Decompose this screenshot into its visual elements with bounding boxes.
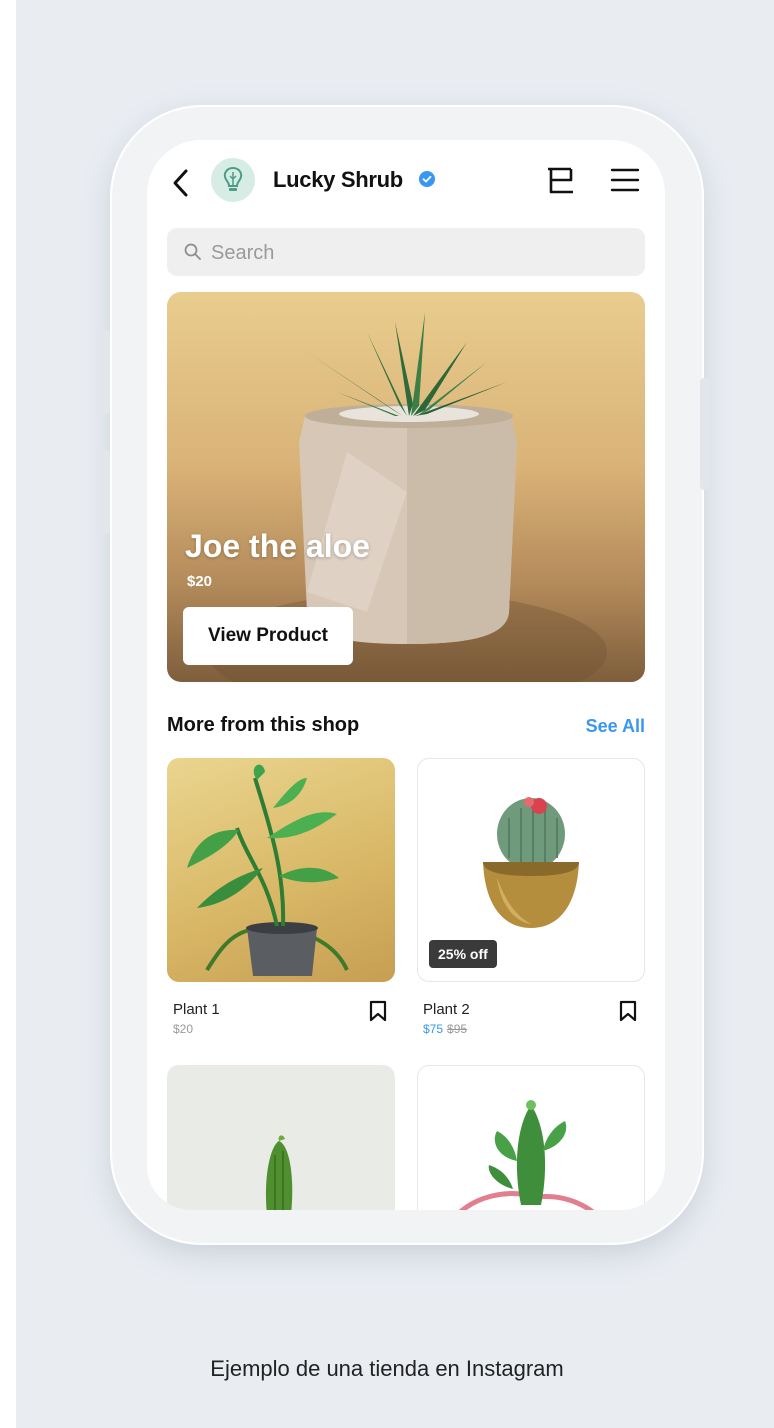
plant-3-image: [265, 1135, 293, 1210]
see-all-link[interactable]: See All: [586, 716, 645, 737]
lightbulb-logo-icon: [223, 166, 243, 191]
view-product-button[interactable]: View Product: [183, 607, 353, 665]
shop-avatar[interactable]: [211, 158, 255, 202]
cart-icon: [548, 167, 573, 194]
phone-screen: Lucky Shrub Search Joe the aloe $20 View…: [147, 140, 665, 1210]
search-input[interactable]: [209, 228, 633, 278]
plant-1-image: [187, 764, 349, 976]
product-card-image[interactable]: 25% off: [417, 758, 645, 982]
featured-product-price: $20: [187, 573, 213, 590]
shop-name[interactable]: Lucky Shrub: [273, 167, 403, 193]
original-price: $95: [447, 1022, 468, 1036]
cart-button[interactable]: [543, 164, 577, 198]
product-price: $20: [173, 1022, 194, 1036]
save-button[interactable]: [617, 1000, 639, 1022]
caption: Ejemplo de una tienda en Instagram: [210, 1356, 564, 1381]
back-button[interactable]: [171, 166, 195, 200]
bookmark-icon: [369, 1000, 387, 1022]
featured-product-title: Joe the aloe: [185, 528, 370, 564]
phone-side-button-volume-up: [100, 330, 110, 414]
chevron-left-icon: [173, 169, 188, 197]
section-title: More from this shop: [167, 714, 360, 736]
save-button[interactable]: [367, 1000, 389, 1022]
phone-side-button-power: [700, 378, 710, 490]
verified-badge-icon: [419, 171, 435, 187]
featured-product-card[interactable]: Joe the aloe $20 View Product: [167, 292, 645, 682]
product-name[interactable]: Plant 2: [423, 1001, 470, 1018]
product-card-image[interactable]: [417, 1065, 645, 1210]
sale-price: $75: [423, 1022, 444, 1036]
product-price: $75 $95: [423, 1022, 467, 1036]
discount-badge: 25% off: [429, 940, 497, 968]
product-name[interactable]: Plant 1: [173, 1001, 220, 1018]
product-card-image[interactable]: [167, 1065, 395, 1210]
search-bar[interactable]: [167, 228, 645, 278]
plant-4-image: [458, 1100, 595, 1210]
search-icon: [184, 243, 201, 260]
bookmark-icon: [619, 1000, 637, 1022]
product-card-image[interactable]: [167, 758, 395, 982]
menu-button[interactable]: [609, 166, 641, 194]
phone-side-button-volume-down: [100, 450, 110, 534]
hamburger-menu-icon: [610, 168, 640, 192]
